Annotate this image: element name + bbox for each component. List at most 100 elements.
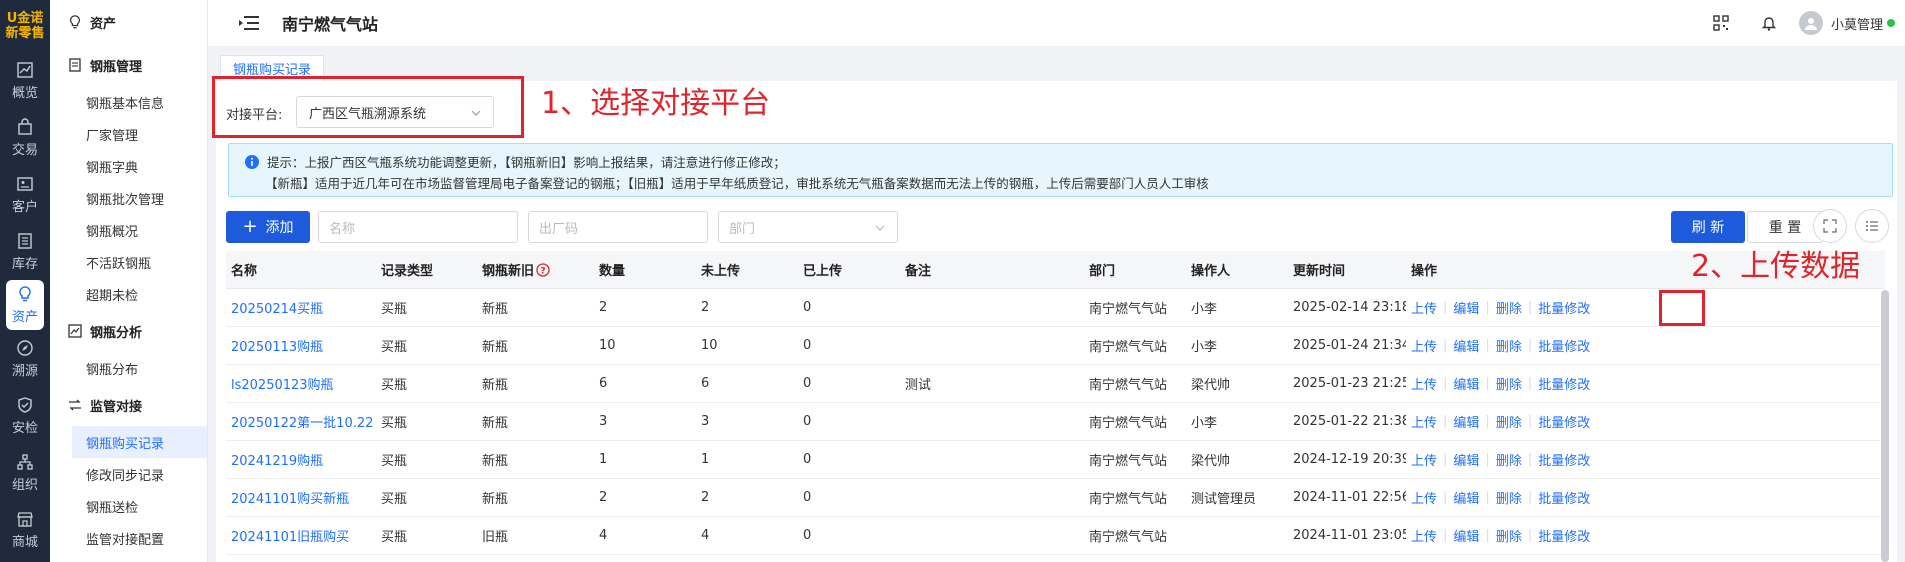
batch-edit-button[interactable]: 批量修改: [1538, 374, 1590, 393]
store-icon: [17, 511, 33, 527]
rail-item-7[interactable]: 组织: [0, 444, 50, 501]
batch-edit-button[interactable]: 批量修改: [1538, 488, 1590, 507]
online-status-dot: [1887, 19, 1895, 27]
record-name-link[interactable]: 20241219购瓶: [226, 450, 376, 469]
refresh-button[interactable]: 刷 新: [1671, 211, 1745, 243]
upload-button[interactable]: 上传: [1411, 526, 1437, 545]
delete-button[interactable]: 删除: [1496, 374, 1522, 393]
record-name-link[interactable]: 20250214买瓶: [226, 298, 376, 317]
column-header-0: 名称: [231, 264, 258, 279]
column-header-1: 记录类型: [381, 264, 434, 279]
batch-edit-button[interactable]: 批量修改: [1538, 298, 1590, 317]
org-icon: [17, 453, 33, 470]
table-cell: 0: [803, 528, 812, 543]
rail-item-4[interactable]: 资产: [6, 280, 44, 330]
chevron-down-icon: [471, 110, 481, 116]
qrcode-icon[interactable]: [1713, 15, 1729, 31]
table-cell: 测试: [905, 378, 932, 393]
sidebar-item-0-0[interactable]: 钢瓶基本信息: [72, 86, 207, 118]
row-actions: 上传 | 编辑 | 删除 | 批量修改: [1406, 298, 1626, 317]
rail-item-5[interactable]: 溯源: [0, 330, 50, 387]
sidebar-group-1[interactable]: 钢瓶分析: [50, 310, 207, 352]
name-input[interactable]: 名称: [318, 211, 518, 243]
sidebar-item-2-1[interactable]: 修改同步记录: [72, 458, 207, 490]
rail-item-6[interactable]: 安检: [0, 387, 50, 444]
brand-logo-text: U金诺: [6, 11, 44, 26]
batch-edit-button[interactable]: 批量修改: [1538, 336, 1590, 355]
sidebar-item-0-3[interactable]: 钢瓶批次管理: [72, 182, 207, 214]
main-nav-rail: U金诺 新零售 概览 交易 客户 库存 资产 溯源 安检 组织 商城: [0, 0, 50, 562]
factory-code-input[interactable]: 出厂码: [528, 211, 708, 243]
menu-collapse-icon[interactable]: [238, 15, 260, 31]
sidebar-group-2[interactable]: 监管对接: [50, 384, 207, 426]
upload-button[interactable]: 上传: [1411, 412, 1437, 431]
row-actions: 上传 | 编辑 | 删除 | 批量修改: [1406, 336, 1626, 355]
rail-item-0[interactable]: 概览: [0, 52, 50, 109]
department-select[interactable]: 部门: [718, 211, 898, 243]
edit-button[interactable]: 编辑: [1453, 450, 1479, 469]
separator: |: [1527, 300, 1533, 315]
table-cell: 4: [701, 528, 710, 543]
rail-item-8[interactable]: 商城: [0, 501, 50, 558]
fullscreen-button[interactable]: [1813, 209, 1847, 243]
purchase-records-table: 名称 记录类型 钢瓶新旧? 数量 未上传 已上传 备注 部门 操作人 更新时间 操作 2025021…: [226, 251, 1885, 555]
table-cell: 买瓶: [381, 530, 408, 545]
sidebar-group-0[interactable]: 钢瓶管理: [50, 44, 207, 86]
record-name-link[interactable]: 20250113购瓶: [226, 336, 376, 355]
sidebar-item-2-3[interactable]: 监管对接配置: [72, 522, 207, 554]
avatar[interactable]: [1798, 11, 1823, 35]
bulb-icon: [70, 15, 80, 29]
help-icon[interactable]: ?: [536, 263, 550, 277]
edit-button[interactable]: 编辑: [1453, 412, 1479, 431]
delete-button[interactable]: 删除: [1496, 336, 1522, 355]
platform-select[interactable]: 广西区气瓶溯源系统: [296, 96, 494, 128]
table-cell: 小李: [1191, 302, 1218, 317]
reset-button[interactable]: 重 置: [1747, 211, 1823, 243]
table-cell: 3: [701, 414, 710, 429]
table-scrollbar[interactable]: [1881, 290, 1889, 562]
edit-button[interactable]: 编辑: [1453, 374, 1479, 393]
rail-item-2[interactable]: 客户: [0, 166, 50, 223]
chevron-down-icon: [875, 225, 885, 231]
batch-edit-button[interactable]: 批量修改: [1538, 526, 1590, 545]
bell-icon[interactable]: [1761, 15, 1777, 31]
record-name-link[interactable]: ls20250123购瓶: [226, 374, 376, 393]
table-cell: 0: [803, 490, 812, 505]
sidebar-item-0-5[interactable]: 不活跃钢瓶: [72, 246, 207, 278]
batch-edit-button[interactable]: 批量修改: [1538, 450, 1590, 469]
edit-button[interactable]: 编辑: [1453, 298, 1479, 317]
sidebar-item-0-2[interactable]: 钢瓶字典: [72, 150, 207, 182]
rail-item-1[interactable]: 交易: [0, 109, 50, 166]
upload-button[interactable]: 上传: [1411, 450, 1437, 469]
sidebar-item-2-2[interactable]: 钢瓶送检: [72, 490, 207, 522]
record-name-link[interactable]: 20241101购买新瓶: [226, 488, 376, 507]
column-header-6: 备注: [905, 264, 932, 279]
upload-button[interactable]: 上传: [1411, 488, 1437, 507]
record-name-link[interactable]: 20250122第一批10.22: [226, 412, 376, 431]
sidebar-item-1-0[interactable]: 钢瓶分布: [72, 352, 207, 384]
upload-button[interactable]: 上传: [1411, 298, 1437, 317]
delete-button[interactable]: 删除: [1496, 488, 1522, 507]
record-name-link[interactable]: 20241101旧瓶购买: [226, 526, 376, 545]
edit-button[interactable]: 编辑: [1453, 336, 1479, 355]
upload-button[interactable]: 上传: [1411, 374, 1437, 393]
sidebar-item-0-4[interactable]: 钢瓶概况: [72, 214, 207, 246]
add-button[interactable]: + 添加: [226, 211, 310, 243]
user-name[interactable]: 小莫管理: [1831, 14, 1883, 33]
shield-icon: [18, 396, 32, 413]
column-settings-button[interactable]: [1855, 209, 1889, 243]
sidebar-item-2-0[interactable]: 钢瓶购买记录: [72, 426, 207, 458]
sidebar-item-0-1[interactable]: 厂家管理: [72, 118, 207, 150]
edit-button[interactable]: 编辑: [1453, 526, 1479, 545]
delete-button[interactable]: 删除: [1496, 526, 1522, 545]
delete-button[interactable]: 删除: [1496, 298, 1522, 317]
row-actions: 上传 | 编辑 | 删除 | 批量修改: [1406, 374, 1626, 393]
edit-button[interactable]: 编辑: [1453, 488, 1479, 507]
upload-button[interactable]: 上传: [1411, 336, 1437, 355]
rail-item-3[interactable]: 库存: [0, 223, 50, 280]
delete-button[interactable]: 删除: [1496, 412, 1522, 431]
batch-edit-button[interactable]: 批量修改: [1538, 412, 1590, 431]
sidebar-item-0-6[interactable]: 超期未检: [72, 278, 207, 310]
delete-button[interactable]: 删除: [1496, 450, 1522, 469]
table-cell: 2: [599, 490, 608, 505]
